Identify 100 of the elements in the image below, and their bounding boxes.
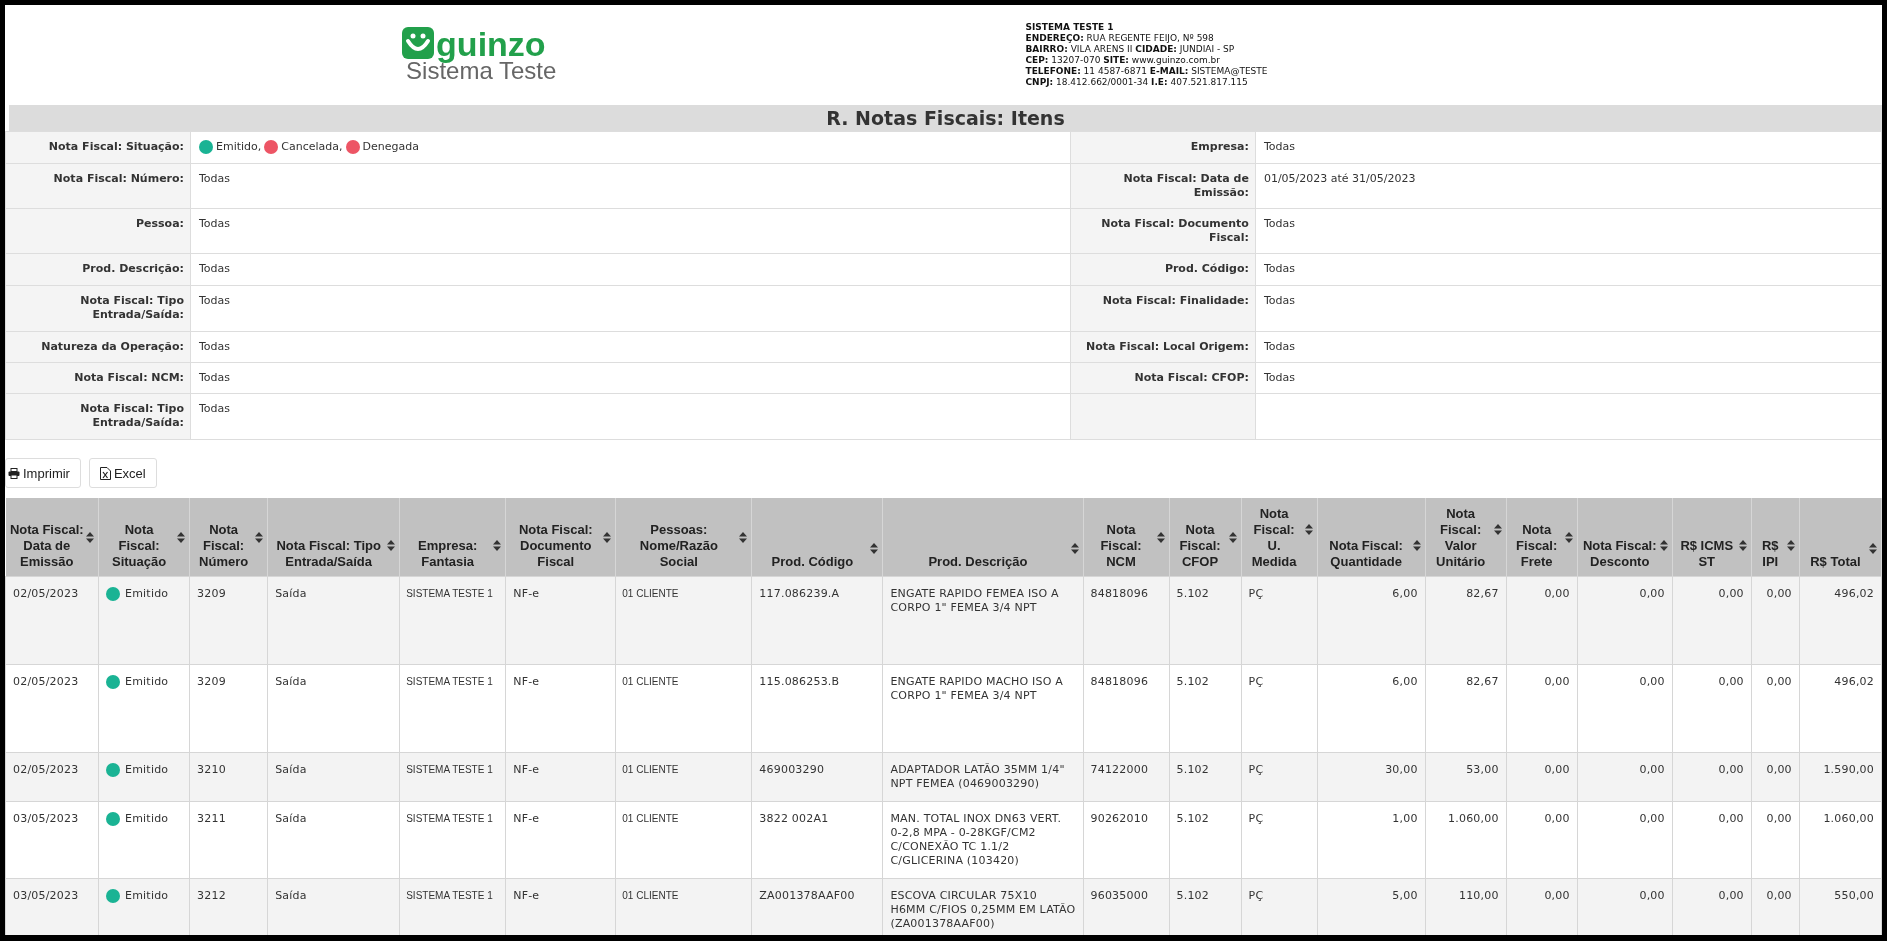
table-cell: 01 CLIENTE — [615, 664, 752, 752]
table-cell: SISTEMA TESTE 1 — [399, 664, 506, 752]
table-cell: SISTEMA TESTE 1 — [399, 801, 506, 878]
table-cell: 3211 — [189, 801, 268, 878]
table-cell: 30,00 — [1317, 752, 1426, 801]
filter-label: Nota Fiscal: Local Origem: — [1070, 331, 1256, 363]
table-cell: 0,00 — [1672, 752, 1752, 801]
column-header[interactable]: Nota Fiscal: NCM — [1083, 498, 1170, 576]
table-cell: NF-e — [505, 752, 616, 801]
sort-icon — [1869, 542, 1877, 554]
table-cell: 84818096 — [1083, 664, 1170, 752]
filter-label: Prod. Código: — [1070, 253, 1256, 286]
column-header[interactable]: Prod. Código — [751, 498, 883, 576]
table-cell: 5.102 — [1169, 664, 1242, 752]
filter-value: Todas — [190, 208, 1071, 254]
table-cell: ENGATE RAPIDO FEMEA ISO A CORPO 1" FEMEA 3/4 NPT — [882, 576, 1083, 664]
table-cell: 01 CLIENTE — [615, 801, 752, 878]
legend-label: Denegada — [362, 140, 419, 154]
column-header[interactable]: Nota Fiscal: U. Medida — [1241, 498, 1318, 576]
column-header[interactable]: Prod. Descrição — [882, 498, 1083, 576]
table-cell: SISTEMA TESTE 1 — [399, 752, 506, 801]
column-header[interactable]: Nota Fiscal: Quantidade — [1317, 498, 1426, 576]
table-cell: 0,00 — [1506, 801, 1578, 878]
spreadsheet-file-icon — [99, 466, 111, 480]
filter-value: Todas — [190, 163, 1071, 209]
table-cell: 0,00 — [1751, 664, 1800, 752]
table-cell: 0,00 — [1672, 576, 1752, 664]
filter-value: Todas — [1255, 285, 1882, 332]
column-header[interactable]: Nota Fiscal: Data de Emissão — [5, 498, 99, 576]
filter-value: Todas — [1255, 253, 1882, 286]
table-cell: 02/05/2023 — [5, 664, 99, 752]
table-cell: Saída — [267, 576, 400, 664]
sort-icon — [493, 540, 502, 551]
table-cell: 3209 — [189, 664, 268, 752]
company-info: ENDEREÇO: RUA REGENTE FEIJO, Nº 598 — [1025, 33, 1215, 44]
column-header[interactable]: Nota Fiscal: Número — [189, 498, 268, 576]
column-header[interactable]: Pessoas: Nome/Razão Social — [615, 498, 752, 576]
filter-label: Nota Fiscal: Tipo Entrada/Saída: — [5, 393, 191, 440]
sort-icon — [1493, 524, 1502, 535]
table-cell: 3210 — [189, 752, 268, 801]
column-header[interactable]: Nota Fiscal: CFOP — [1169, 498, 1242, 576]
filter-value: Todas — [190, 331, 1071, 363]
filter-label: Nota Fiscal: Data de Emissão: — [1070, 163, 1256, 209]
table-cell: 5.102 — [1169, 752, 1242, 801]
status-label: Emitido — [125, 811, 169, 826]
column-header[interactable]: Nota Fiscal: Situação — [98, 498, 190, 576]
status-label: Emitido — [125, 674, 169, 689]
table-cell: 115.086253.B — [751, 664, 883, 752]
column-header[interactable]: Nota Fiscal: Tipo Entrada/Saída — [267, 498, 400, 576]
table-cell: Saída — [267, 752, 400, 801]
filter-value: Todas — [190, 393, 1071, 440]
table-cell: 1,00 — [1317, 801, 1426, 878]
filter-label: Nota Fiscal: Situação: — [5, 131, 191, 164]
table-cell: 53,00 — [1425, 752, 1507, 801]
table-cell: 0,00 — [1577, 801, 1673, 878]
table-cell: NF-e — [505, 664, 616, 752]
filter-value: Todas — [190, 285, 1071, 332]
table-cell: 0,00 — [1751, 801, 1800, 878]
table-cell: 6,00 — [1317, 664, 1426, 752]
column-header[interactable]: Nota Fiscal: Frete — [1506, 498, 1578, 576]
print-button[interactable]: Imprimir — [5, 458, 81, 488]
column-header[interactable]: Nota Fiscal: Documento Fiscal — [505, 498, 616, 576]
column-header[interactable]: Nota Fiscal: Desconto — [1577, 498, 1673, 576]
filter-label: Natureza da Operação: — [5, 331, 191, 363]
table-cell: 0,00 — [1506, 576, 1578, 664]
table-cell: 02/05/2023 — [5, 752, 99, 801]
table-cell: PÇ — [1241, 752, 1318, 801]
status-label: Emitido — [125, 762, 169, 777]
sort-icon — [603, 532, 612, 543]
table-cell: 469003290 — [751, 752, 883, 801]
table-cell: Saída — [267, 801, 400, 878]
filter-label: Nota Fiscal: Tipo Entrada/Saída: — [5, 285, 191, 332]
sort-icon — [1304, 524, 1313, 535]
table-cell: 496,02 — [1799, 664, 1882, 752]
filter-label: Nota Fiscal: CFOP: — [1070, 362, 1256, 394]
table-cell: 01 CLIENTE — [615, 752, 752, 801]
excel-button[interactable]: Excel — [88, 458, 157, 488]
table-cell: 1.590,00 — [1799, 752, 1882, 801]
table-cell: 0,00 — [1672, 801, 1752, 878]
table-cell: PÇ — [1241, 801, 1318, 878]
column-header[interactable]: Nota Fiscal: Valor Unitário — [1425, 498, 1507, 576]
column-header[interactable]: R$ IPI — [1751, 498, 1800, 576]
table-cell: 90262010 — [1083, 801, 1170, 878]
table-cell: 74122000 — [1083, 752, 1170, 801]
filter-value: Todas — [1255, 208, 1882, 254]
sort-icon — [1070, 542, 1079, 554]
sort-icon — [1738, 540, 1747, 551]
table-cell: 03/05/2023 — [5, 801, 99, 878]
column-header[interactable]: R$ ICMS ST — [1672, 498, 1752, 576]
table-cell: PÇ — [1241, 576, 1318, 664]
filter-value: Todas — [1255, 131, 1882, 164]
table-cell: 82,67 — [1425, 576, 1507, 664]
filter-value: 01/05/2023 até 31/05/2023 — [1255, 163, 1882, 209]
column-header[interactable]: R$ Total — [1799, 498, 1882, 576]
table-cell: 117.086239.A — [751, 576, 883, 664]
status-label: Emitido — [125, 586, 169, 601]
table-cell: NF-e — [505, 801, 616, 878]
table-cell: 01 CLIENTE — [615, 576, 752, 664]
column-header[interactable]: Empresa: Fantasia — [399, 498, 506, 576]
table-cell: 0,00 — [1577, 664, 1673, 752]
